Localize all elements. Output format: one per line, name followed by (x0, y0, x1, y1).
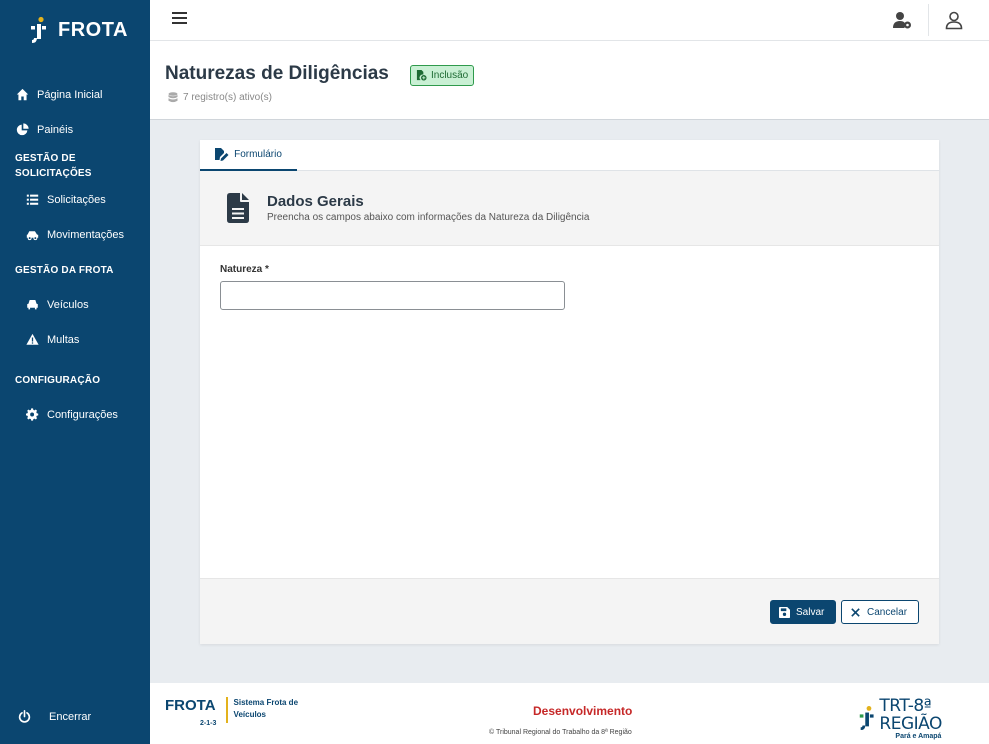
close-icon (851, 607, 860, 617)
tab-label: Formulário (234, 149, 282, 160)
sidebar-item-label: Página Inicial (37, 88, 103, 101)
records-count-label: 7 registro(s) ativo(s) (183, 92, 272, 103)
cancel-button-label: Cancelar (867, 606, 908, 618)
sidebar-item-configuracoes[interactable]: Configurações (26, 408, 118, 421)
home-icon (16, 88, 29, 101)
sidebar-item-solicitacoes[interactable]: Solicitações (26, 193, 106, 206)
tabs: Formulário (200, 140, 939, 171)
user-icon[interactable] (944, 10, 964, 30)
document-icon (227, 193, 249, 223)
logout-label: Encerrar (49, 710, 92, 723)
page-title: Naturezas de Diligências (165, 63, 389, 84)
trt-logo-icon (859, 705, 874, 730)
car-icon (27, 300, 38, 310)
user-settings-icon[interactable] (892, 10, 912, 30)
footer-app-name: FROTA (165, 697, 216, 714)
app-logo[interactable]: FROTA (28, 16, 128, 44)
copyright: © Tribunal Regional do Trabalho da 8ª Re… (489, 729, 632, 736)
sidebar-item-movimentacoes[interactable]: Movimentações (26, 228, 124, 241)
natureza-input[interactable] (220, 281, 565, 310)
page-header: Naturezas de Diligências Inclusão 7 regi… (150, 41, 989, 120)
form-actions: Salvar Cancelar (200, 578, 939, 644)
records-count: 7 registro(s) ativo(s) (168, 92, 272, 103)
sidebar-item-veiculos[interactable]: Veículos (26, 298, 89, 311)
page-footer: FROTA 2-1-3 Sistema Frota de Veículos De… (150, 683, 989, 744)
sidebar-item-paineis[interactable]: Painéis (16, 123, 73, 136)
cancel-button[interactable]: Cancelar (841, 600, 919, 624)
sidebar: FROTA Página Inicial Painéis GESTÃO DE S… (0, 0, 150, 744)
org-name: TRT-8ª REGIÃO (879, 696, 942, 734)
natureza-label: Natureza * (220, 264, 269, 275)
save-button-label: Salvar (796, 606, 825, 618)
power-icon (18, 710, 31, 723)
list-icon (26, 194, 39, 205)
sidebar-item-label: Multas (47, 333, 80, 346)
sidebar-item-label: Movimentações (47, 228, 125, 241)
section-subtitle: Preencha os campos abaixo com informaçõe… (267, 212, 590, 223)
edit-file-icon (215, 148, 229, 161)
org-logo: TRT-8ª REGIÃO Pará e Amapá (857, 697, 989, 740)
topbar-divider (928, 4, 929, 36)
save-icon (779, 606, 790, 618)
footer-divider (225, 697, 228, 723)
file-add-icon (416, 70, 427, 81)
sidebar-item-label: Veículos (47, 298, 89, 311)
section-title: Dados Gerais (267, 193, 364, 210)
menu-toggle-icon[interactable] (172, 12, 187, 26)
gear-icon (26, 408, 39, 421)
sidebar-item-label: Painéis (37, 123, 74, 136)
tab-formulario[interactable]: Formulário (200, 140, 297, 171)
warning-icon (26, 333, 39, 345)
sidebar-item-label: Solicitações (47, 193, 106, 206)
database-icon (168, 92, 178, 103)
logout-button[interactable]: Encerrar (18, 710, 91, 723)
section-configuracao: CONFIGURAÇÃO (15, 375, 101, 386)
footer-system-name: Sistema Frota de Veículos (233, 698, 299, 719)
save-button[interactable]: Salvar (770, 600, 836, 624)
footer-logo: FROTA 2-1-3 Sistema Frota de Veículos (165, 697, 306, 727)
topbar (150, 0, 989, 41)
status-badge: Inclusão (410, 65, 475, 86)
car-side-icon (26, 231, 39, 241)
sidebar-item-multas[interactable]: Multas (26, 333, 79, 346)
section-gestao-frota: GESTÃO DA FROTA (15, 265, 114, 276)
footer-version: 2-1-3 (200, 720, 217, 727)
frota-logo-icon (31, 16, 46, 43)
app-name: FROTA (58, 18, 128, 41)
section-gestao-solicitacoes: GESTÃO DE SOLICITAÇÕES (15, 153, 92, 179)
section-header: Dados Gerais Preencha os campos abaixo c… (200, 171, 939, 246)
environment-label: Desenvolvimento (533, 704, 633, 718)
sidebar-item-pagina-inicial[interactable]: Página Inicial (16, 88, 102, 101)
sidebar-item-label: Configurações (47, 408, 118, 421)
form-card: Formulário Dados Gerais Preencha os camp… (200, 140, 939, 644)
org-subtitle: Pará e Amapá (895, 733, 942, 740)
status-badge-label: Inclusão (431, 70, 469, 81)
pie-chart-icon (16, 123, 29, 136)
